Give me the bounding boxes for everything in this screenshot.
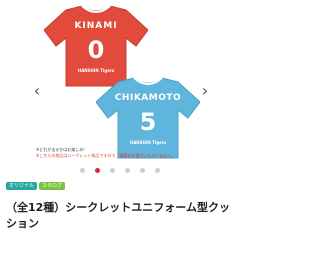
pagination-dot[interactable] (140, 167, 145, 173)
jersey-blue-name: CHIKAMOTO (115, 93, 181, 103)
pagination-dot[interactable] (80, 167, 85, 173)
pagination-dot[interactable] (155, 167, 160, 173)
catalog-badge: カタログ (39, 182, 66, 190)
notice-line-2: ※こちらの商品はシークレット商品ですので、種類をお選びいただけません。 (36, 153, 176, 158)
jersey-red-name: KINAMI (74, 21, 117, 31)
jersey-blue-number: 5 (140, 108, 157, 136)
pagination-dot[interactable] (95, 167, 100, 173)
product-notice: ※どれが出るかはお楽しみ! ※こちらの商品はシークレット商品ですので、種類をお選… (36, 147, 236, 159)
pagination-dot[interactable] (125, 167, 130, 173)
gallery-next-arrow[interactable]: › (198, 82, 212, 100)
gallery-pagination (0, 166, 240, 174)
product-badges: オリジナル カタログ (6, 182, 66, 190)
red-jersey-cushion-image: KINAMI 0 HANSHIN Tigers (44, 6, 148, 88)
product-image-gallery[interactable]: KINAMI 0 HANSHIN Tigers CHIKAMOTO 5 HANS… (0, 0, 240, 176)
original-badge: オリジナル (6, 182, 38, 190)
jersey-red-team: HANSHIN Tigers (78, 68, 115, 73)
gallery-prev-arrow[interactable]: ‹ (30, 82, 44, 100)
pagination-dot[interactable] (110, 167, 115, 173)
jersey-red-number: 0 (88, 36, 105, 64)
jersey-blue-team: HANSHIN Tigers (130, 140, 167, 145)
product-title: （全12種）シークレットユニフォーム型クッション (6, 201, 230, 230)
